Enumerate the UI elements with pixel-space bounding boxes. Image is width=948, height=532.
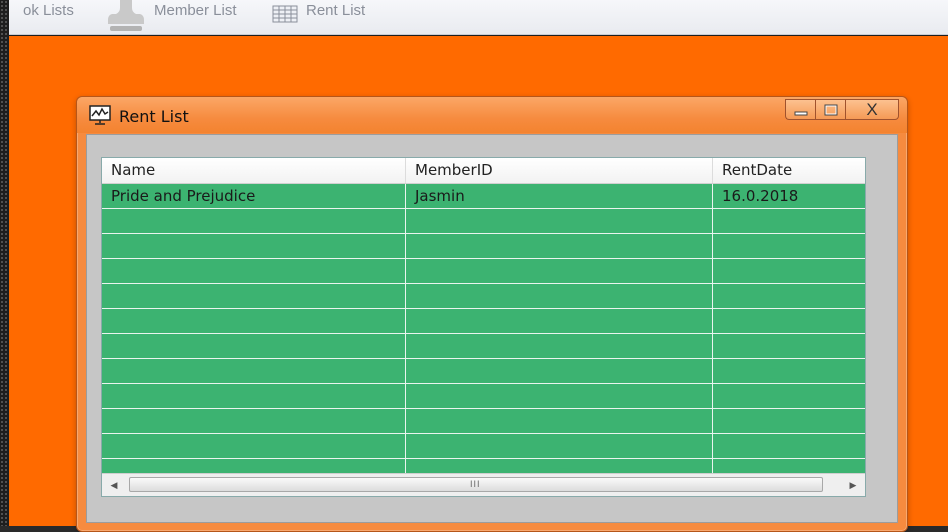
cell-rentdate[interactable]: 16.0.2018 (713, 184, 865, 208)
scroll-grip: III (470, 479, 481, 489)
table-row[interactable] (102, 309, 865, 334)
minimize-button[interactable] (785, 99, 815, 120)
table-icon (272, 5, 298, 23)
scroll-thumb[interactable]: III (129, 477, 823, 492)
close-button[interactable]: X (845, 99, 899, 120)
chart-monitor-icon (89, 105, 111, 125)
cell-name[interactable] (102, 209, 406, 233)
minimize-icon (794, 111, 807, 115)
cell-name[interactable] (102, 434, 406, 458)
maximize-button[interactable] (815, 99, 845, 120)
cell-name[interactable] (102, 409, 406, 433)
toolbar-member-list[interactable]: Member List (154, 2, 237, 19)
caption-buttons: X (785, 99, 899, 121)
cell-name[interactable] (102, 334, 406, 358)
cell-memberid[interactable] (406, 384, 713, 408)
cell-memberid[interactable] (406, 259, 713, 283)
column-header-rentdate[interactable]: RentDate (713, 158, 865, 183)
cell-memberid[interactable] (406, 434, 713, 458)
table-row[interactable] (102, 334, 865, 359)
close-icon: X (866, 99, 878, 119)
cell-memberid[interactable] (406, 334, 713, 358)
cell-memberid[interactable] (406, 359, 713, 383)
maximize-icon (824, 104, 837, 115)
cell-rentdate[interactable] (713, 209, 865, 233)
cell-rentdate[interactable] (713, 334, 865, 358)
table-row[interactable] (102, 234, 865, 259)
stamp-icon (108, 0, 144, 31)
cell-memberid[interactable] (406, 409, 713, 433)
cell-rentdate[interactable] (713, 284, 865, 308)
column-header-memberid[interactable]: MemberID (406, 158, 713, 183)
cell-name[interactable] (102, 359, 406, 383)
app-toolbar: ok Lists Member List Rent List (9, 0, 948, 35)
toolbar-rent-list[interactable]: Rent List (306, 2, 365, 19)
table-row[interactable]: Pride and Prejudice Jasmin 16.0.2018 (102, 184, 865, 209)
cell-rentdate[interactable] (713, 234, 865, 258)
cell-memberid[interactable] (406, 234, 713, 258)
rent-list-window: Rent List X Name MemberID RentDate Pride… (76, 96, 908, 532)
cell-rentdate[interactable] (713, 309, 865, 333)
table-row[interactable] (102, 359, 865, 384)
scroll-left-icon[interactable]: ◀ (107, 478, 121, 492)
window-client-area: Name MemberID RentDate Pride and Prejudi… (86, 134, 898, 523)
table-row[interactable] (102, 434, 865, 459)
table-row[interactable] (102, 384, 865, 409)
desktop-area: Rent List X Name MemberID RentDate Pride… (9, 36, 948, 532)
cell-rentdate[interactable] (713, 359, 865, 383)
cell-name[interactable] (102, 234, 406, 258)
cell-memberid[interactable] (406, 284, 713, 308)
table-row[interactable] (102, 259, 865, 284)
cell-name[interactable] (102, 309, 406, 333)
horizontal-scrollbar[interactable]: ◀ III ▶ (102, 473, 865, 496)
cell-name[interactable]: Pride and Prejudice (102, 184, 406, 208)
cell-memberid[interactable] (406, 209, 713, 233)
column-header-name[interactable]: Name (102, 158, 406, 183)
cell-memberid[interactable]: Jasmin (406, 184, 713, 208)
cell-rentdate[interactable] (713, 409, 865, 433)
scroll-right-icon[interactable]: ▶ (846, 478, 860, 492)
table-row[interactable] (102, 284, 865, 309)
table-row[interactable] (102, 209, 865, 234)
cell-rentdate[interactable] (713, 434, 865, 458)
cell-name[interactable] (102, 384, 406, 408)
window-title: Rent List (119, 107, 189, 126)
table-row[interactable] (102, 409, 865, 434)
cell-rentdate[interactable] (713, 259, 865, 283)
window-titlebar[interactable]: Rent List X (77, 97, 907, 133)
cell-name[interactable] (102, 284, 406, 308)
rent-data-grid[interactable]: Name MemberID RentDate Pride and Prejudi… (101, 157, 866, 497)
cell-rentdate[interactable] (713, 384, 865, 408)
grid-header: Name MemberID RentDate (102, 158, 865, 184)
toolbar-book-lists[interactable]: ok Lists (23, 2, 74, 19)
cell-name[interactable] (102, 259, 406, 283)
cell-memberid[interactable] (406, 309, 713, 333)
grid-rows: Pride and Prejudice Jasmin 16.0.2018 (102, 184, 865, 484)
